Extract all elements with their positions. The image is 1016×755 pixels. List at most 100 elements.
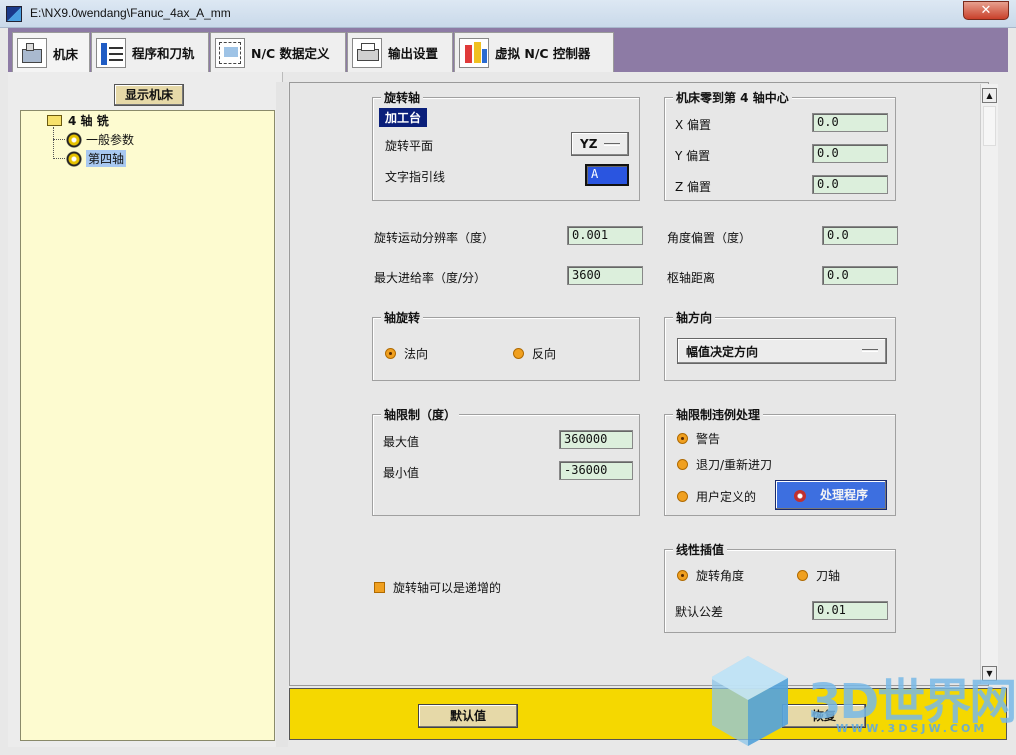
radio-dot-icon <box>513 348 524 359</box>
tree-root[interactable]: 4 轴 铣 <box>47 112 109 129</box>
scroll-up-icon[interactable]: ▲ <box>982 88 997 103</box>
radio-label: 刀轴 <box>816 569 841 583</box>
group-title: 轴方向 <box>673 309 716 326</box>
group-title: 机床零到第 4 轴中心 <box>673 89 792 106</box>
radio-normal[interactable]: 法向 <box>385 345 428 362</box>
rotary-axis-group: 旋转轴 加工台 旋转平面 YZ 文字指引线 A <box>372 89 640 201</box>
show-machine-button[interactable]: 显示机床 <box>114 84 184 106</box>
tree-item-label: 一般参数 <box>86 133 135 147</box>
dropdown-bar-icon <box>604 143 620 146</box>
toolpath-icon <box>96 37 126 68</box>
scroll-thumb[interactable] <box>983 106 996 146</box>
radio-label: 法向 <box>404 347 429 361</box>
max-feed-label: 最大进给率（度/分） <box>374 271 487 285</box>
nc-data-icon <box>215 37 245 68</box>
tab-program-toolpath[interactable]: 程序和刀轨 <box>91 32 209 72</box>
resolution-label: 旋转运动分辨率（度） <box>374 231 495 245</box>
radio-tool-axis[interactable]: 刀轴 <box>797 567 840 584</box>
close-button[interactable]: ✕ <box>963 1 1009 20</box>
title-bar: E:\NX9.0wendang\Fanuc_4ax_A_mm <box>0 0 1016 28</box>
pivot-input[interactable]: 0.0 <box>822 266 898 285</box>
y-offset-label: Y 偏置 <box>675 149 711 163</box>
tree-root-label: 4 轴 铣 <box>68 114 109 128</box>
tab-virtual-nc[interactable]: 虚拟 N/C 控制器 <box>454 32 614 72</box>
close-icon: ✕ <box>980 3 992 18</box>
radio-label: 用户定义的 <box>696 490 757 504</box>
default-button[interactable]: 默认值 <box>418 704 518 728</box>
controller-icon <box>459 37 489 68</box>
checkbox-label: 旋转轴可以是递增的 <box>393 581 502 595</box>
incremental-checkbox[interactable]: 旋转轴可以是递增的 <box>374 579 501 596</box>
radio-label: 反向 <box>532 347 557 361</box>
axis-direction-select[interactable]: 幅值决定方向 <box>677 338 887 364</box>
tab-output-settings[interactable]: 输出设置 <box>347 32 453 72</box>
max-feed-input[interactable]: 3600 <box>567 266 643 285</box>
radio-reverse[interactable]: 反向 <box>513 345 556 362</box>
max-input[interactable]: 360000 <box>559 430 633 449</box>
printer-icon <box>352 37 382 68</box>
leader-input[interactable]: A <box>585 164 629 186</box>
z-offset-input[interactable]: 0.0 <box>812 175 888 194</box>
radio-dot-icon <box>797 570 808 581</box>
radio-retract[interactable]: 退刀/重新进刀 <box>677 456 772 473</box>
x-offset-input[interactable]: 0.0 <box>812 113 888 132</box>
checkbox-icon <box>374 582 385 593</box>
axis-rotation-group: 轴旋转 法向 反向 <box>372 309 640 381</box>
tab-machine[interactable]: 机床 <box>12 32 90 73</box>
tree-item-general[interactable]: 一般参数 <box>66 131 134 148</box>
plane-select[interactable]: YZ <box>571 132 629 156</box>
tolerance-label: 默认公差 <box>675 605 724 619</box>
radio-dot-icon <box>385 348 396 359</box>
vertical-scrollbar[interactable]: ▲ ▼ <box>980 84 998 684</box>
tab-strip: 机床 程序和刀轨 N/C 数据定义 输出设置 虚拟 N/C 控制器 <box>8 28 1008 73</box>
fourth-axis-panel: 旋转轴 加工台 旋转平面 YZ 文字指引线 A 机床零到第 4 轴中心 X 偏置… <box>289 82 989 686</box>
group-title: 轴限制（度） <box>381 406 460 423</box>
type-badge: 加工台 <box>379 108 428 127</box>
tab-label: N/C 数据定义 <box>251 46 330 61</box>
zero-to-center-group: 机床零到第 4 轴中心 X 偏置 0.0 Y 偏置 0.0 Z 偏置 0.0 <box>664 89 896 201</box>
axis-limits-group: 轴限制（度） 最大值 360000 最小值 -36000 <box>372 406 640 516</box>
tab-label: 虚拟 N/C 控制器 <box>495 46 591 61</box>
radio-warning[interactable]: 警告 <box>677 430 720 447</box>
limit-violation-group: 轴限制违例处理 警告 退刀/重新进刀 用户定义的 处理程序 <box>664 406 896 516</box>
program-icon <box>793 489 806 502</box>
x-offset-label: X 偏置 <box>675 118 712 132</box>
radio-rotation-angle[interactable]: 旋转角度 <box>677 567 744 584</box>
tab-nc-data[interactable]: N/C 数据定义 <box>210 32 346 72</box>
pane-splitter[interactable] <box>276 82 288 747</box>
watermark-url: WWW.3DSJW.COM <box>836 722 988 735</box>
tab-label: 输出设置 <box>388 46 439 61</box>
radio-dot-icon <box>677 570 688 581</box>
machine-tree[interactable]: 4 轴 铣 一般参数 第四轴 <box>20 110 275 741</box>
resolution-input[interactable]: 0.001 <box>567 226 643 245</box>
tree-item-label: 第四轴 <box>86 150 127 167</box>
radio-dot-icon <box>677 491 688 502</box>
tree-item-fourth-axis[interactable]: 第四轴 <box>66 150 127 167</box>
group-title: 线性插值 <box>673 541 728 558</box>
radio-dot-icon <box>677 433 688 444</box>
tab-label: 机床 <box>53 46 79 62</box>
angle-offset-label: 角度偏置（度） <box>667 231 752 245</box>
dropdown-bar-icon <box>862 349 878 352</box>
radio-label: 警告 <box>696 432 721 446</box>
y-offset-input[interactable]: 0.0 <box>812 144 888 163</box>
plane-value: YZ <box>580 137 598 151</box>
min-input[interactable]: -36000 <box>559 461 633 480</box>
radio-label: 旋转角度 <box>696 569 745 583</box>
group-title: 旋转轴 <box>381 89 424 106</box>
machine-icon <box>17 38 47 68</box>
leader-label: 文字指引线 <box>385 170 446 184</box>
watermark: 3D世界网 WWW.3DSJW.COM <box>710 650 1016 750</box>
window-title: E:\NX9.0wendang\Fanuc_4ax_A_mm <box>30 6 231 20</box>
tolerance-input[interactable]: 0.01 <box>812 601 888 620</box>
handler-button[interactable]: 处理程序 <box>775 480 887 510</box>
folder-icon <box>47 115 62 126</box>
app-icon <box>6 6 22 22</box>
gear-icon <box>66 131 82 148</box>
tab-label: 程序和刀轨 <box>132 46 195 61</box>
z-offset-label: Z 偏置 <box>675 180 712 194</box>
angle-offset-input[interactable]: 0.0 <box>822 226 898 245</box>
linear-interp-group: 线性插值 旋转角度 刀轴 默认公差 0.01 <box>664 541 896 633</box>
min-label: 最小值 <box>383 466 420 480</box>
radio-user-defined[interactable]: 用户定义的 <box>677 488 756 505</box>
